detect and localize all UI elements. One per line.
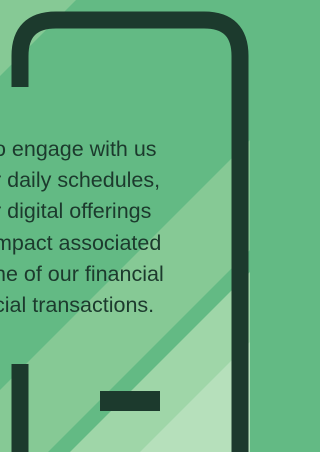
body-text-line-4: mpact associated (0, 230, 162, 255)
light-diagonal-band-top (0, 0, 76, 76)
phone-home-button (100, 391, 160, 411)
body-text-line-5: ne of our financial (0, 261, 164, 286)
body-text-line-3: r digital offerings (0, 199, 152, 224)
body-text-line-1: o engage with us (0, 137, 157, 161)
body-text-line-2: r daily schedules, (0, 168, 161, 193)
body-text: o engage with us r daily schedules, r di… (0, 134, 294, 321)
body-text-line-6: cial transactions. (0, 293, 155, 318)
